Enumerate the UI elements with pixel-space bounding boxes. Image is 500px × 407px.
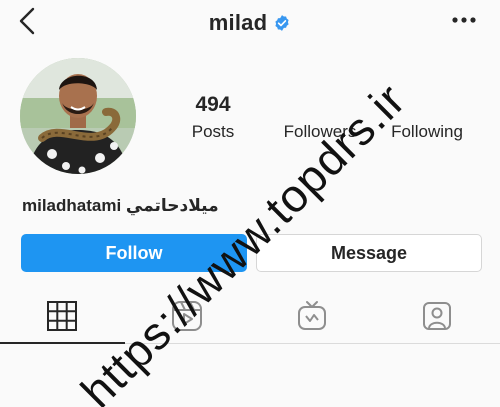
- more-options-icon[interactable]: [450, 10, 478, 30]
- posts-count: 494: [195, 93, 231, 116]
- following-stat[interactable]: Following: [372, 92, 482, 142]
- posts-stat: 494 Posts: [158, 92, 268, 142]
- avatar[interactable]: [20, 58, 136, 174]
- tab-tagged[interactable]: [417, 296, 457, 336]
- following-label: Following: [391, 122, 463, 141]
- followers-count: [265, 92, 375, 118]
- followers-stat[interactable]: Followers: [265, 92, 375, 142]
- active-tab-indicator: [0, 342, 125, 344]
- tagged-icon: [423, 302, 451, 330]
- message-button[interactable]: Message: [256, 234, 482, 272]
- profile-name: miladhatami ميلادحاتمي: [22, 196, 219, 215]
- igtv-icon: [298, 301, 326, 330]
- tab-posts-grid[interactable]: [42, 296, 82, 336]
- verified-badge-icon: [275, 15, 289, 31]
- profile-header: milad: [0, 8, 500, 38]
- tab-igtv[interactable]: [292, 296, 332, 336]
- avatar-image: [20, 58, 136, 174]
- posts-label: Posts: [191, 122, 235, 141]
- tab-reels[interactable]: [167, 296, 207, 336]
- follow-button[interactable]: Follow: [21, 234, 247, 272]
- grid-icon: [47, 301, 77, 331]
- followers-label: Followers: [283, 122, 357, 141]
- reels-icon: [172, 301, 202, 331]
- page-title: milad: [208, 10, 268, 35]
- following-count: [372, 92, 482, 118]
